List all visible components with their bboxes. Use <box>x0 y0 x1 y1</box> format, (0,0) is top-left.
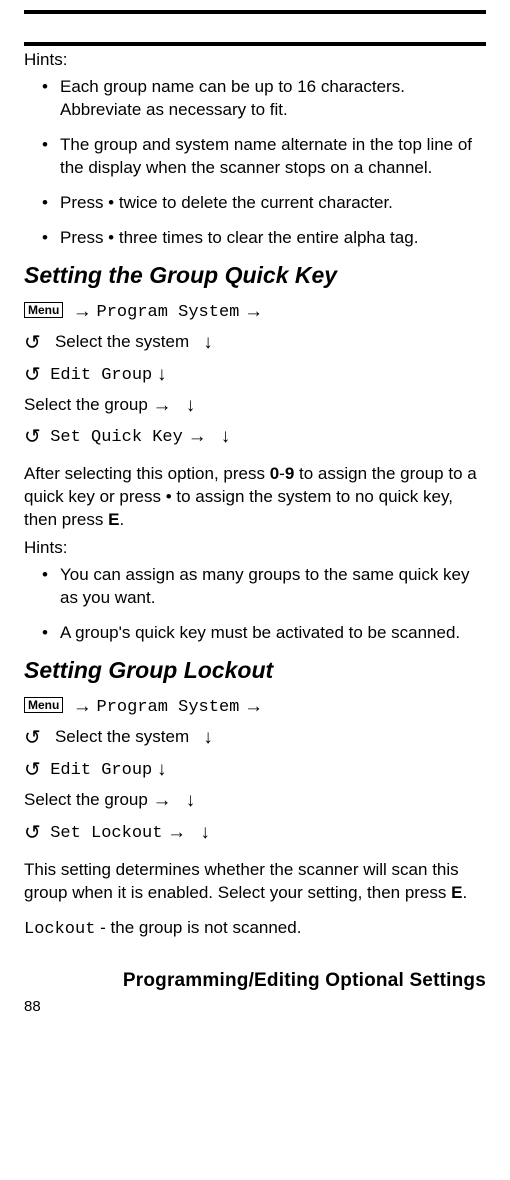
arrow-right-icon: → <box>244 301 263 322</box>
nav-text: Edit Group <box>50 366 152 385</box>
arrow-right-icon: → <box>167 822 186 843</box>
lockout-def: Lockout - the group is not scanned. <box>24 917 486 942</box>
paragraph-quick-key: After selecting this option, press 0-9 t… <box>24 463 486 532</box>
paragraph-lockout: This setting determines whether the scan… <box>24 859 486 905</box>
nav-text: Select the system <box>55 332 189 351</box>
arrow-right-icon: → <box>153 395 172 416</box>
menu-key-icon: Menu <box>24 697 63 713</box>
nav-text: Set Lockout <box>50 824 162 843</box>
nav-text: Program System <box>97 303 240 322</box>
list-item: Press • twice to delete the current char… <box>42 192 486 215</box>
nav-text: Program System <box>97 698 240 717</box>
hints-label-2: Hints: <box>24 538 486 558</box>
heading-quick-key: Setting the Group Quick Key <box>24 262 486 289</box>
rotate-icon: ↺ <box>24 817 41 849</box>
list-item: Press • three times to clear the entire … <box>42 227 486 250</box>
hints-list-1: Each group name can be up to 16 characte… <box>24 76 486 250</box>
nav-sequence-2: Menu → Program System → ↺ Select the sys… <box>24 692 486 849</box>
top-double-rule <box>24 42 486 46</box>
arrow-down-icon: ↓ <box>203 332 213 353</box>
nav-text: Edit Group <box>50 761 152 780</box>
arrow-down-icon: ↓ <box>200 822 210 843</box>
arrow-down-icon: ↓ <box>157 364 167 385</box>
list-item: Each group name can be up to 16 characte… <box>42 76 486 122</box>
arrow-right-icon: → <box>73 301 92 322</box>
nav-text: Select the system <box>55 727 189 746</box>
page-number: 88 <box>24 998 486 1015</box>
list-item: You can assign as many groups to the sam… <box>42 564 486 610</box>
footer-title: Programming/Editing Optional Settings <box>24 970 486 992</box>
arrow-down-icon: ↓ <box>157 759 167 780</box>
arrow-right-icon: → <box>244 696 263 717</box>
rotate-icon: ↺ <box>24 359 41 391</box>
hints-list-2: You can assign as many groups to the sam… <box>24 564 486 645</box>
rotate-icon: ↺ <box>24 327 41 359</box>
heading-lockout: Setting Group Lockout <box>24 657 486 684</box>
arrow-down-icon: ↓ <box>221 426 231 447</box>
arrow-down-icon: ↓ <box>186 395 196 416</box>
nav-text: Select the group <box>24 395 148 414</box>
arrow-right-icon: → <box>153 790 172 811</box>
menu-key-icon: Menu <box>24 302 63 318</box>
arrow-down-icon: ↓ <box>203 727 213 748</box>
nav-sequence-1: Menu → Program System → ↺ Select the sys… <box>24 297 486 454</box>
nav-text: Set Quick Key <box>50 428 183 447</box>
arrow-right-icon: → <box>73 696 92 717</box>
rotate-icon: ↺ <box>24 421 41 453</box>
rotate-icon: ↺ <box>24 754 41 786</box>
list-item: A group's quick key must be activated to… <box>42 622 486 645</box>
arrow-right-icon: → <box>188 426 207 447</box>
rotate-icon: ↺ <box>24 722 41 754</box>
hints-label-1: Hints: <box>24 50 486 70</box>
list-item: The group and system name alternate in t… <box>42 134 486 180</box>
top-thick-rule <box>24 10 486 14</box>
arrow-down-icon: ↓ <box>186 790 196 811</box>
nav-text: Select the group <box>24 790 148 809</box>
